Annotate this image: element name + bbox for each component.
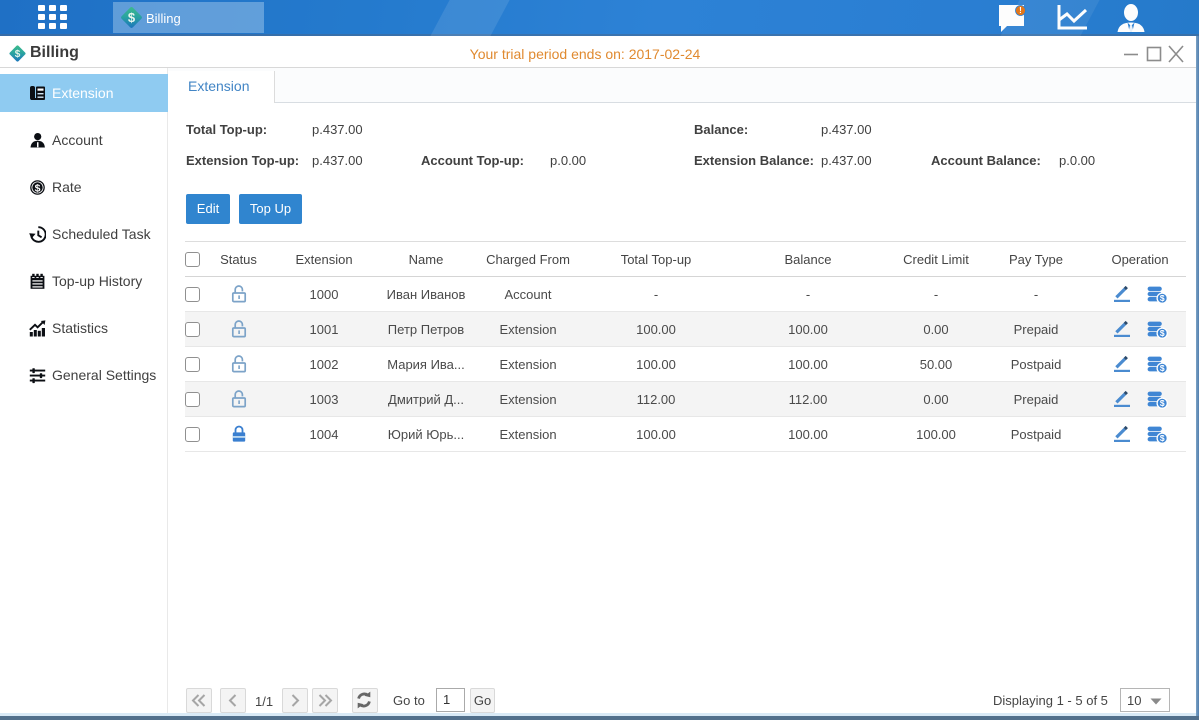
svg-text:$: $ [1159,328,1164,338]
svg-text:$: $ [1159,433,1164,443]
svg-text:$: $ [1159,363,1164,373]
svg-text:$: $ [1159,293,1164,303]
svg-text:$: $ [128,10,136,25]
svg-text:$: $ [1159,398,1164,408]
svg-text:$: $ [35,182,41,194]
svg-text:!: ! [1019,6,1022,15]
